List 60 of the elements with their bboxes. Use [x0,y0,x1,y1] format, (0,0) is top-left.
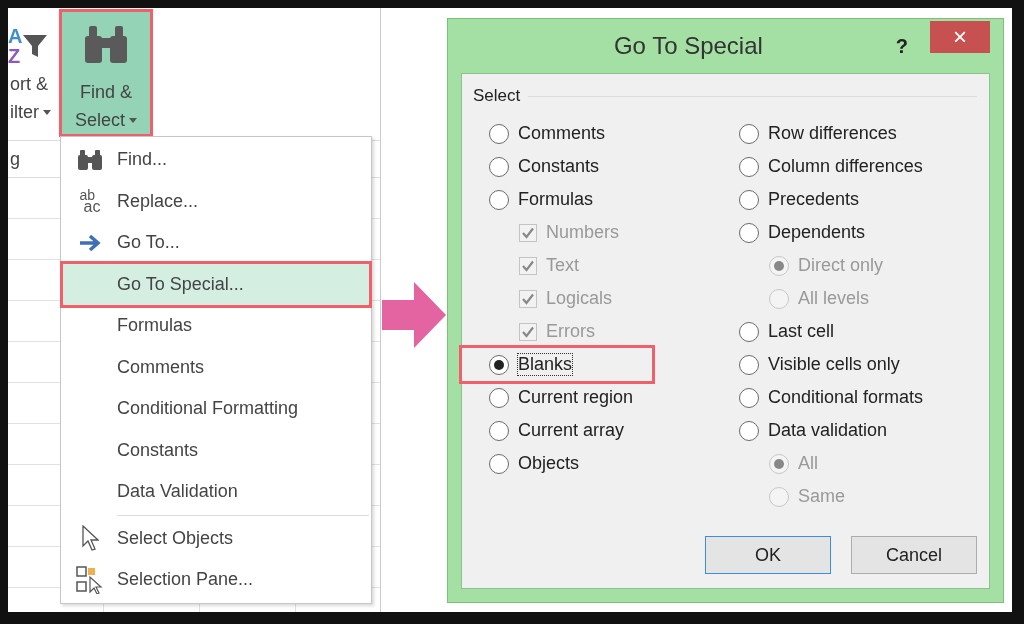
dialog-title: Go To Special [612,32,764,60]
radio-button[interactable] [739,123,759,144]
radio-button[interactable] [489,123,509,144]
menu-item[interactable]: Data Validation [63,471,369,513]
option-label[interactable]: Column differences [767,155,924,178]
caret-icon [43,109,51,115]
radio-button[interactable] [739,156,759,177]
option-label[interactable]: Conditional formats [767,386,925,409]
binoculars-icon [77,148,103,171]
pointing-arrow [382,282,446,348]
radio-button[interactable] [489,354,509,375]
close-button[interactable]: × [930,21,990,53]
radio-button[interactable] [739,222,759,243]
radio-button[interactable] [489,387,509,408]
option-label[interactable]: Current array [517,419,626,442]
menu-item[interactable]: ab ac Replace... [63,180,369,222]
radio-button[interactable] [489,189,509,210]
ribbon-label[interactable]: ort & [10,70,62,98]
cancel-button[interactable]: Cancel [851,536,977,574]
menu-item[interactable]: Formulas [63,305,369,347]
radio-button[interactable] [739,189,759,210]
option-label[interactable]: Formulas [517,188,594,211]
radio-button[interactable] [489,156,509,177]
radio-button[interactable] [489,420,509,441]
radio-button[interactable] [489,453,509,474]
option-label[interactable]: Precedents [767,188,861,211]
pointer-icon [81,525,99,552]
replace-icon: ab ac [79,189,101,214]
option-label[interactable]: Blanks [517,353,574,376]
caret-icon [129,117,137,123]
group-label: Select [473,86,521,106]
option-label[interactable]: Row differences [767,122,898,145]
ribbon-label[interactable]: ilter [10,98,39,126]
radio-button[interactable] [739,387,759,408]
option-label[interactable]: Data validation [767,419,889,442]
menu-item[interactable]: Go To Special... [63,263,369,305]
option-label[interactable]: Comments [517,122,607,145]
option-label[interactable]: Last cell [767,320,836,343]
option-label[interactable]: Constants [517,155,601,178]
help-button[interactable]: ? [895,34,908,58]
menu-item[interactable]: Selection Pane... [63,559,369,601]
find-select-button[interactable]: Find & Select [62,12,150,134]
radio-button[interactable] [739,354,759,375]
option-label[interactable]: Current region [517,386,635,409]
selection-pane-icon [76,565,104,594]
option-label[interactable]: Visible cells only [767,353,901,376]
menu-item[interactable]: Select Objects [63,517,369,559]
menu-item[interactable]: Conditional Formatting [63,388,369,430]
radio-button[interactable] [739,321,759,342]
menu-item[interactable]: Find... [63,139,369,181]
radio-button[interactable] [739,420,759,441]
menu-item[interactable]: Comments [63,346,369,388]
menu-item[interactable]: Go To... [63,222,369,264]
ok-button[interactable]: OK [705,536,831,574]
menu-item[interactable]: Constants [63,429,369,471]
option-label[interactable]: Objects [517,452,581,475]
arrow-icon [78,233,102,252]
group-label: g [10,148,20,171]
option-label[interactable]: Dependents [767,221,867,244]
binoculars-icon [83,24,129,64]
